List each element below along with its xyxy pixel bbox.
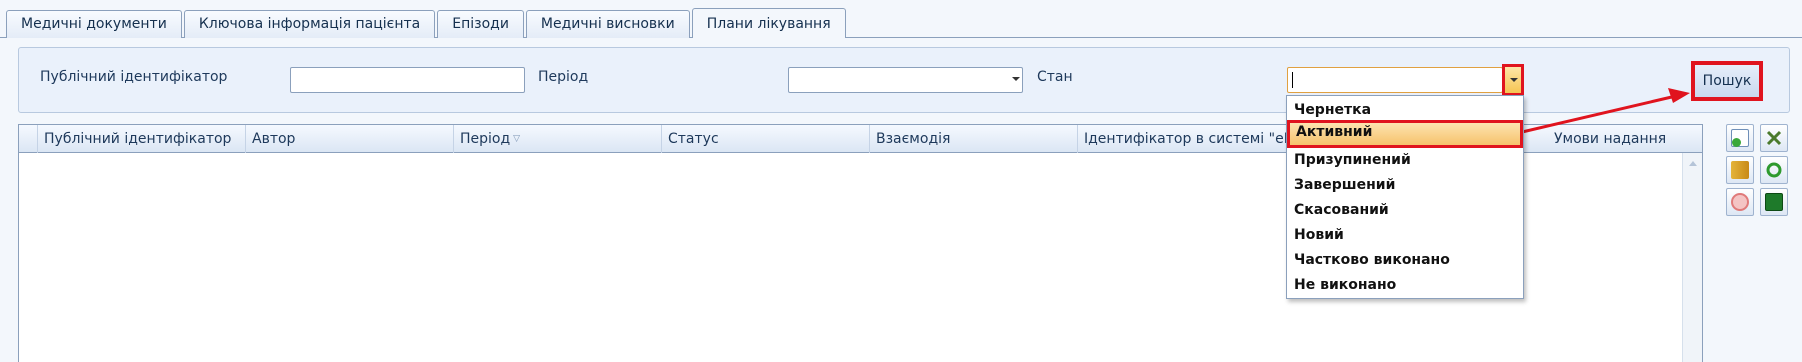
app-window: Медичні документи Ключова інформація пац…: [0, 0, 1802, 362]
column-header-author[interactable]: Автор: [245, 125, 453, 153]
tab-treatment-plans[interactable]: Плани лікування: [691, 8, 846, 38]
tab-medical-conclusions[interactable]: Медичні висновки: [525, 10, 690, 38]
status-option-active[interactable]: Активний: [1287, 120, 1523, 148]
tools-button[interactable]: [1760, 124, 1788, 152]
add-document-icon: [1731, 129, 1749, 147]
status-option-cancelled[interactable]: Скасований: [1288, 198, 1522, 223]
table-icon: [1765, 193, 1783, 211]
chevron-down-icon: [1510, 78, 1518, 82]
row-indicator-header: [19, 125, 37, 153]
public-id-label: Публічний ідентифікатор: [40, 69, 228, 85]
status-dropdown-button[interactable]: [1502, 64, 1524, 96]
refresh-icon: [1766, 162, 1782, 178]
table-button[interactable]: [1760, 188, 1788, 216]
chevron-down-icon: [1012, 77, 1020, 81]
tab-episodes[interactable]: Епізоди: [437, 10, 524, 38]
column-header-public-id[interactable]: Публічний ідентифікатор: [37, 125, 245, 153]
status-dropdown-list: Чернетка Активний Призупинений Завершени…: [1286, 95, 1524, 299]
period-select[interactable]: [788, 67, 1023, 93]
column-header-period-label: Період: [460, 131, 511, 147]
vertical-scrollbar[interactable]: [1682, 153, 1702, 362]
cancel-button[interactable]: [1726, 188, 1754, 216]
add-document-button[interactable]: [1726, 124, 1754, 152]
tab-key-patient-info[interactable]: Ключова інформація пацієнта: [183, 10, 436, 38]
status-option-completed[interactable]: Завершений: [1288, 173, 1522, 198]
status-option-suspended[interactable]: Призупинений: [1288, 148, 1522, 173]
sort-icon: ▽: [513, 134, 521, 144]
text-caret: [1292, 72, 1293, 88]
tools-icon: [1766, 130, 1782, 146]
public-id-input[interactable]: [290, 67, 525, 93]
status-label: Стан: [1037, 69, 1073, 85]
book-icon: [1731, 161, 1749, 179]
cancel-icon: [1731, 193, 1749, 211]
tab-medical-documents[interactable]: Медичні документи: [6, 10, 182, 38]
refresh-button[interactable]: [1760, 156, 1788, 184]
status-combo-input[interactable]: [1287, 67, 1503, 93]
column-header-period[interactable]: Період ▽: [453, 125, 661, 153]
search-button[interactable]: Пошук: [1691, 61, 1763, 101]
status-option-partially-done[interactable]: Частково виконано: [1288, 248, 1522, 273]
column-header-interaction[interactable]: Взаємодія: [869, 125, 1077, 153]
period-label: Період: [538, 69, 589, 85]
status-option-not-done[interactable]: Не виконано: [1288, 273, 1522, 298]
status-option-new[interactable]: Новий: [1288, 223, 1522, 248]
tab-bar: Медичні документи Ключова інформація пац…: [6, 8, 846, 38]
column-header-status[interactable]: Статус: [661, 125, 869, 153]
book-button[interactable]: [1726, 156, 1754, 184]
scroll-up-icon[interactable]: [1689, 161, 1697, 166]
